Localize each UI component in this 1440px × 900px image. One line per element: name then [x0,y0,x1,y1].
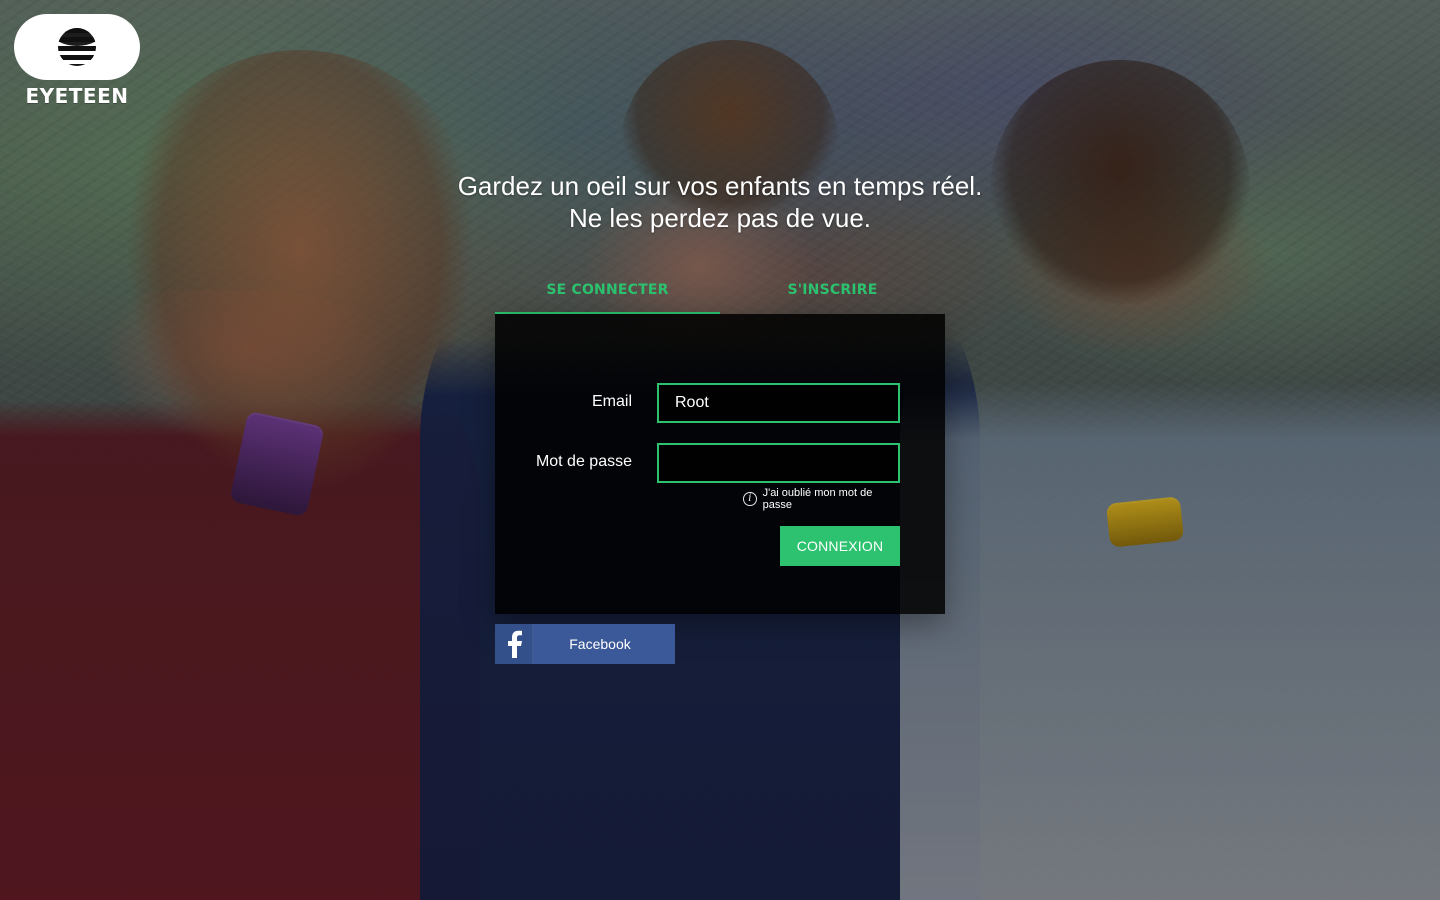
email-label: Email [591,393,632,410]
password-row: Mot de passe [495,443,945,483]
facebook-icon [495,624,533,664]
email-field[interactable] [657,383,900,423]
facebook-glyph [507,630,522,658]
email-row: Email [495,383,945,423]
logo-text: EYETEEN [25,84,129,108]
logo[interactable]: EYETEEN [14,14,142,112]
auth-tabs: SE CONNECTER S'INSCRIRE [495,278,945,314]
password-field[interactable] [657,443,900,483]
password-label: Mot de passe [535,453,632,470]
login-button[interactable]: CONNEXION [780,526,900,566]
forgot-password-link[interactable]: i J'ai oublié mon mot de passe [743,487,900,511]
tab-signup[interactable]: S'INSCRIRE [720,278,945,314]
facebook-label: Facebook [569,636,631,652]
eye-logo-icon [58,28,96,66]
hero-tagline: Gardez un oeil sur vos enfants en temps … [0,170,1440,234]
login-panel: Email Mot de passe i J'ai oublié mon mot… [495,314,945,614]
facebook-login-button[interactable]: Facebook [495,624,675,664]
hero-tagline-line-2: Ne les perdez pas de vue. [568,203,872,233]
hero-tagline-line-1: Gardez un oeil sur vos enfants en temps … [457,171,983,201]
tab-login[interactable]: SE CONNECTER [495,278,720,314]
info-icon: i [743,492,757,506]
forgot-password-label: J'ai oublié mon mot de passe [762,487,873,511]
page: EYETEEN Gardez un oeil sur vos enfants e… [0,0,1440,900]
